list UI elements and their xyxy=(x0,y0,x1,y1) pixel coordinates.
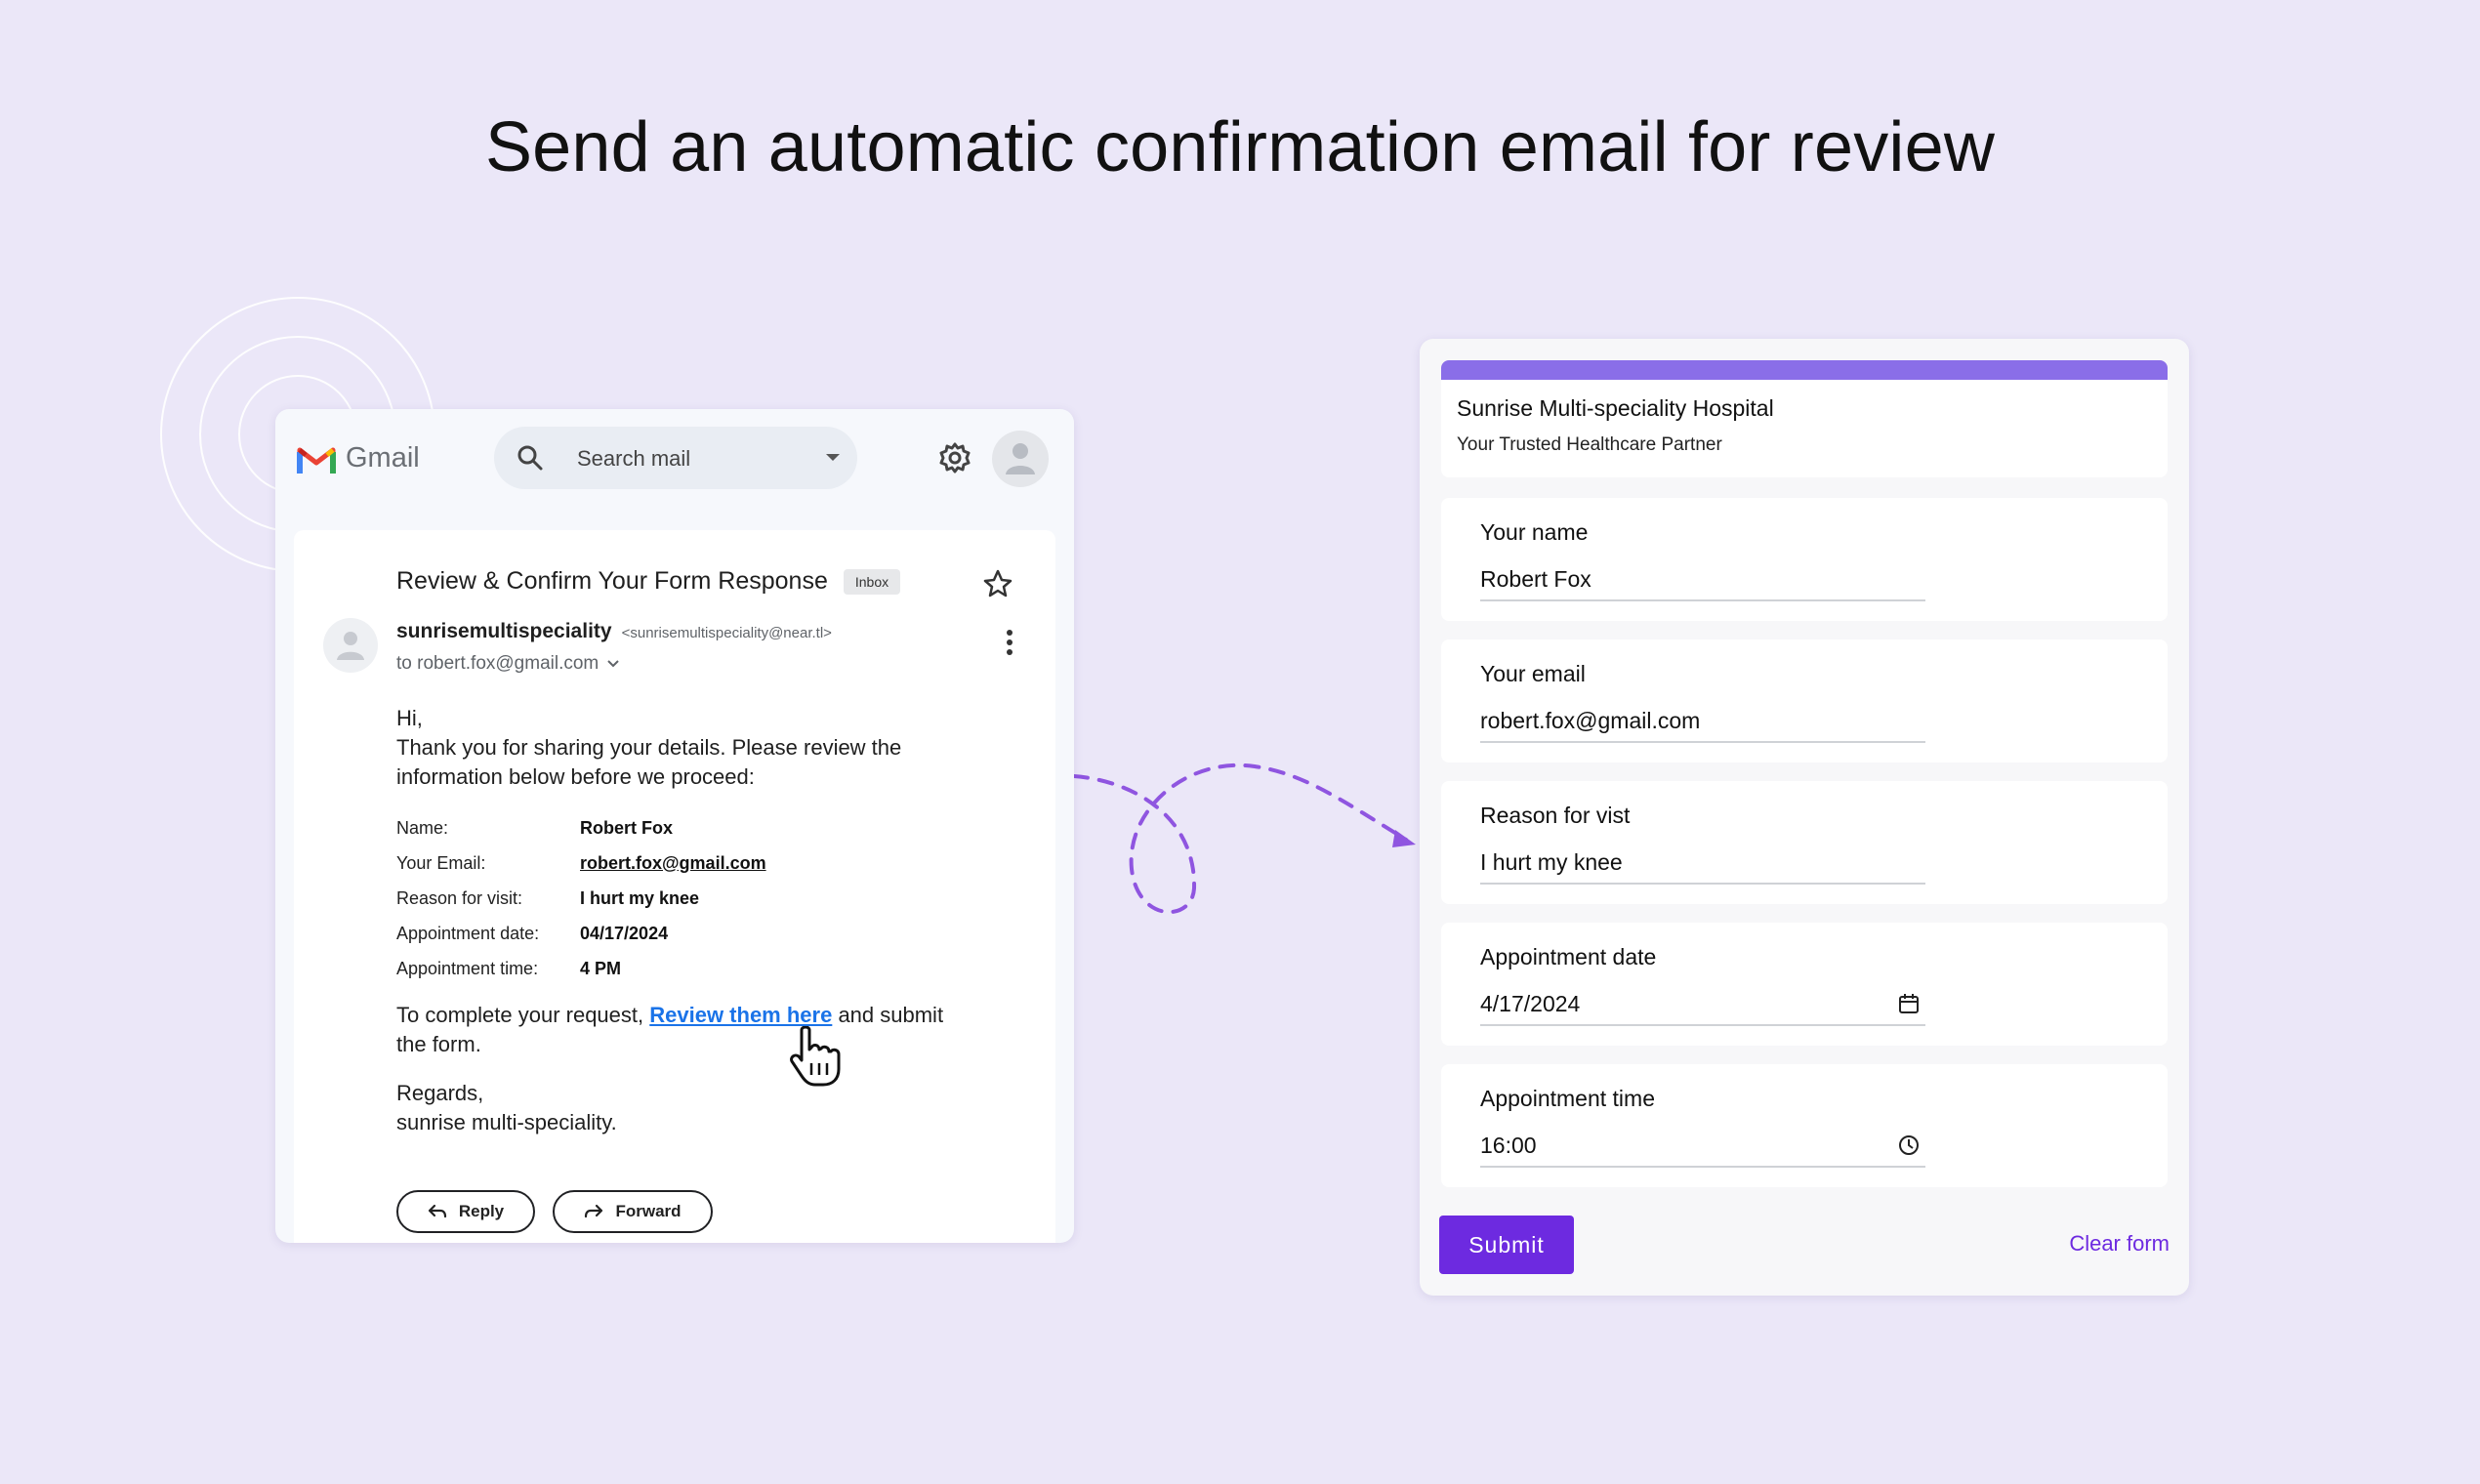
appointment-form: Sunrise Multi-speciality Hospital Your T… xyxy=(1420,339,2189,1296)
account-avatar[interactable] xyxy=(992,431,1049,487)
cta-text-before: To complete your request, xyxy=(396,1003,650,1027)
field-name: Your name Robert Fox xyxy=(1441,498,2168,621)
detail-row-reason: Reason for visit: I hurt my knee xyxy=(396,881,766,916)
detail-value: 04/17/2024 xyxy=(580,923,669,943)
name-value: Robert Fox xyxy=(1480,566,1591,592)
field-label: Appointment date xyxy=(1480,944,1657,969)
reply-icon xyxy=(428,1204,446,1218)
date-value: 4/17/2024 xyxy=(1480,991,1581,1016)
reason-input[interactable]: I hurt my knee xyxy=(1480,847,1925,885)
hand-cursor-icon xyxy=(790,1026,841,1087)
recipient-line[interactable]: to robert.fox@gmail.com xyxy=(396,653,620,675)
cta-line-1: To complete your request, Review them he… xyxy=(396,1001,943,1030)
details-table: Name: Robert Fox Your Email: robert.fox@… xyxy=(396,810,766,986)
clock-icon[interactable] xyxy=(1898,1134,1920,1156)
detail-row-date: Appointment date: 04/17/2024 xyxy=(396,916,766,951)
form-subtitle: Your Trusted Healthcare Partner xyxy=(1457,434,1722,455)
email-input[interactable]: robert.fox@gmail.com xyxy=(1480,706,1925,743)
gmail-m-icon xyxy=(297,447,336,474)
sender-avatar xyxy=(323,618,378,673)
sender-name: sunrisemultispeciality xyxy=(396,620,612,642)
email-message: Review & Confirm Your Form Response Inbo… xyxy=(294,530,1055,1243)
time-value: 16:00 xyxy=(1480,1133,1537,1158)
calendar-icon[interactable] xyxy=(1898,993,1920,1014)
review-link[interactable]: Review them here xyxy=(649,1003,832,1027)
reply-label: Reply xyxy=(458,1202,505,1220)
cta-line-2: the form. xyxy=(396,1032,481,1056)
cta-text-after: and submit xyxy=(832,1003,944,1027)
field-reason: Reason for vist I hurt my knee xyxy=(1441,781,2168,904)
forward-label: Forward xyxy=(615,1202,682,1220)
gmail-logo[interactable]: Gmail xyxy=(297,442,420,474)
detail-label: Your Email: xyxy=(396,852,486,873)
field-label: Your name xyxy=(1480,519,1589,545)
field-label: Your email xyxy=(1480,661,1586,686)
detail-row-email: Your Email: robert.fox@gmail.com xyxy=(396,845,766,881)
detail-row-time: Appointment time: 4 PM xyxy=(396,951,766,986)
submit-button[interactable]: Submit xyxy=(1439,1216,1574,1274)
field-email: Your email robert.fox@gmail.com xyxy=(1441,639,2168,763)
greeting: Hi, xyxy=(396,706,423,730)
star-icon[interactable] xyxy=(983,569,1013,598)
intro-line-2: information below before we proceed: xyxy=(396,764,755,789)
detail-label: Name: xyxy=(396,817,449,838)
gmail-logo-text: Gmail xyxy=(346,442,420,474)
date-input[interactable]: 4/17/2024 xyxy=(1480,989,1925,1026)
form-title: Sunrise Multi-speciality Hospital xyxy=(1457,395,1774,421)
page-headline: Send an automatic confirmation email for… xyxy=(484,108,1996,186)
connector-arrow xyxy=(1072,763,1416,915)
reason-value: I hurt my knee xyxy=(1480,849,1623,875)
signature: sunrise multi-speciality. xyxy=(396,1110,617,1134)
field-appointment-date: Appointment date 4/17/2024 xyxy=(1441,923,2168,1046)
form-header: Sunrise Multi-speciality Hospital Your T… xyxy=(1441,360,2168,477)
field-appointment-time: Appointment time 16:00 xyxy=(1441,1064,2168,1187)
clear-form-link[interactable]: Clear form xyxy=(2069,1231,2170,1257)
intro-line-1: Thank you for sharing your details. Plea… xyxy=(396,735,902,760)
detail-value: I hurt my knee xyxy=(580,887,700,908)
detail-value: Robert Fox xyxy=(580,817,674,838)
reply-button[interactable]: Reply xyxy=(396,1190,535,1233)
email-value: robert.fox@gmail.com xyxy=(1480,708,1701,733)
time-input[interactable]: 16:00 xyxy=(1480,1131,1925,1168)
field-label: Appointment time xyxy=(1480,1086,1655,1111)
name-input[interactable]: Robert Fox xyxy=(1480,564,1925,601)
search-icon[interactable] xyxy=(516,443,545,473)
search-placeholder: Search mail xyxy=(577,446,691,471)
form-accent-bar xyxy=(1441,360,2168,380)
detail-label: Appointment time: xyxy=(396,958,539,978)
forward-button[interactable]: Forward xyxy=(553,1190,713,1233)
inbox-badge[interactable]: Inbox xyxy=(843,568,901,595)
gmail-toolbar: Gmail Search mail xyxy=(275,409,1074,507)
user-icon xyxy=(1006,443,1035,474)
more-options-icon[interactable] xyxy=(1005,628,1014,657)
search-input[interactable]: Search mail xyxy=(494,427,857,489)
gmail-window: Gmail Search mail Review & Confirm Your … xyxy=(275,409,1074,1243)
email-subject: Review & Confirm Your Form Response xyxy=(396,567,828,595)
gear-icon[interactable] xyxy=(937,440,972,475)
chevron-down-icon[interactable] xyxy=(826,454,840,462)
detail-row-name: Name: Robert Fox xyxy=(396,810,766,845)
detail-email-link[interactable]: robert.fox@gmail.com xyxy=(580,853,766,874)
detail-label: Reason for visit: xyxy=(396,887,523,908)
forward-icon xyxy=(585,1204,603,1218)
detail-label: Appointment date: xyxy=(396,923,540,943)
user-icon xyxy=(337,632,364,660)
detail-value: 4 PM xyxy=(580,958,622,978)
chevron-down-icon[interactable] xyxy=(606,659,620,669)
sender-email: <sunrisemultispeciality@near.tl> xyxy=(621,625,832,641)
recipient-text: to robert.fox@gmail.com xyxy=(396,653,599,674)
signoff: Regards, xyxy=(396,1081,484,1105)
field-label: Reason for vist xyxy=(1480,803,1631,828)
